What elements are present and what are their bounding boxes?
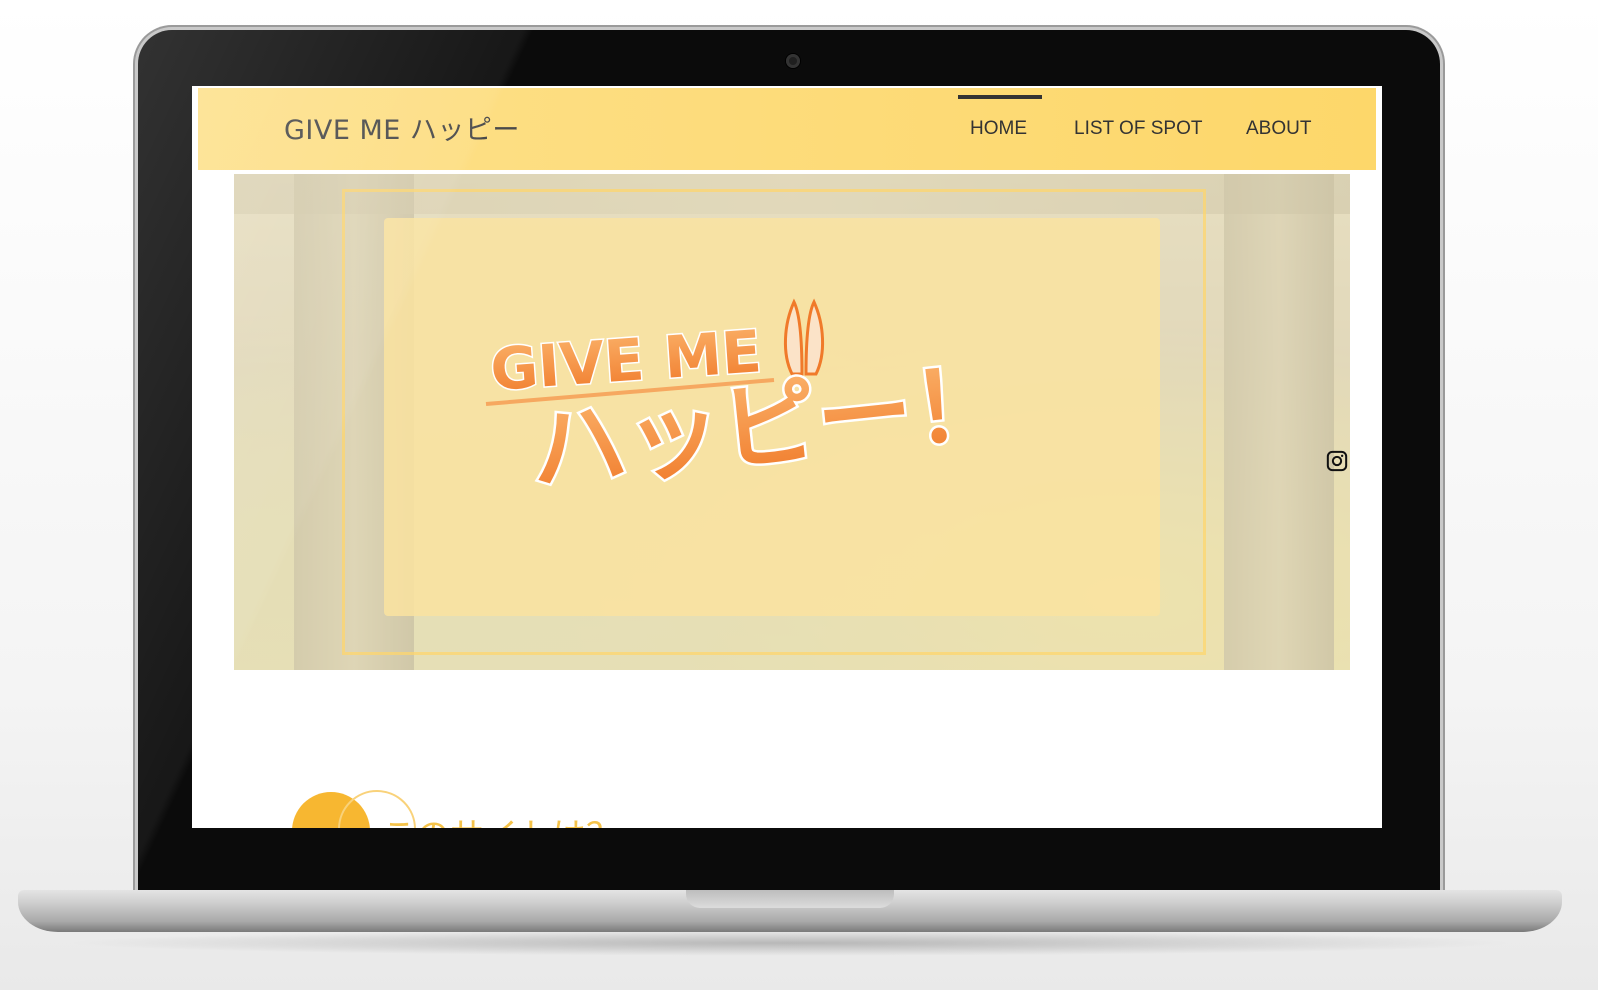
nav-item-about[interactable]: ABOUT [1246,118,1311,140]
nav-active-indicator [958,95,1042,99]
instagram-icon[interactable] [1326,450,1348,472]
section-title: このサイトは？ [382,808,620,828]
laptop-shadow [60,930,1520,956]
laptop-notch [686,890,894,908]
hero-banner: GIVE ME ハッピー！ [234,174,1350,670]
site-title[interactable]: GIVE ME ハッピー [284,108,520,147]
give-me-happy-logo: GIVE ME ハッピー！ [485,298,1016,509]
nav-item-home[interactable]: HOME [970,118,1027,140]
nav-item-list-of-spot[interactable]: LIST OF SPOT [1074,118,1202,140]
praying-hands-icon [783,298,825,376]
webcam-icon [786,54,800,68]
site-header: GIVE ME ハッピー HOME LIST OF SPOT ABOUT [198,88,1376,170]
browser-viewport: GIVE ME ハッピー HOME LIST OF SPOT ABOUT GIV… [192,86,1382,828]
laptop-lid: GIVE ME ハッピー HOME LIST OF SPOT ABOUT GIV… [138,30,1440,896]
